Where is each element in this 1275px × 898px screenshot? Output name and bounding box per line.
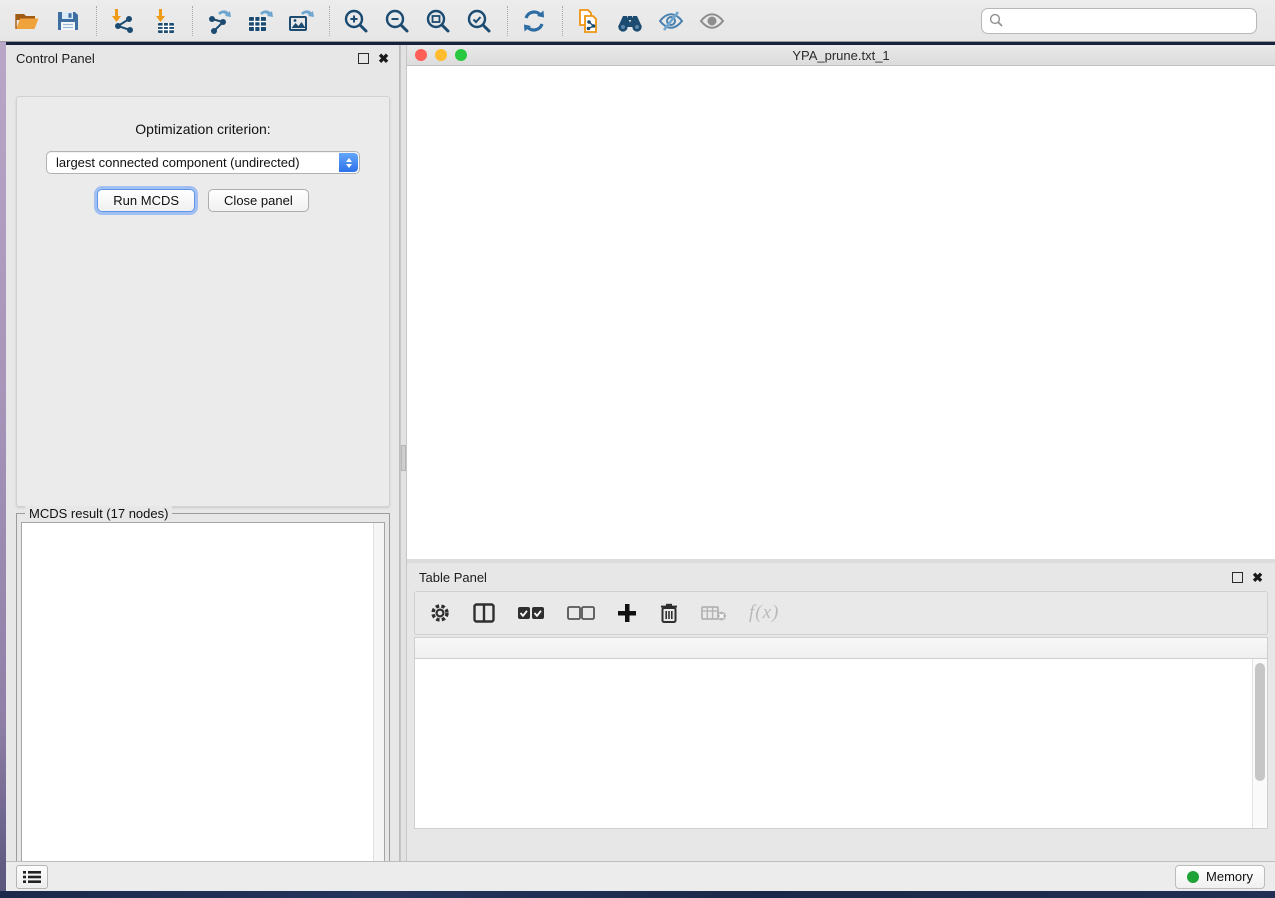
close-panel-icon[interactable]: ✖ bbox=[378, 53, 389, 64]
float-table-panel-icon[interactable] bbox=[1232, 572, 1243, 583]
clone-network-icon[interactable] bbox=[572, 4, 606, 38]
memory-button[interactable]: Memory bbox=[1175, 865, 1265, 889]
zoom-in-icon[interactable] bbox=[339, 4, 373, 38]
search-input[interactable] bbox=[981, 8, 1257, 34]
splitter-grip[interactable] bbox=[401, 445, 406, 471]
export-table-icon[interactable] bbox=[243, 4, 277, 38]
search-icon bbox=[989, 13, 1004, 33]
mcds-result-group: MCDS result (17 nodes) bbox=[16, 513, 390, 883]
control-panel: Control Panel ✖ Optimization criterion: … bbox=[6, 45, 400, 861]
zoom-fit-icon[interactable] bbox=[421, 4, 455, 38]
toolbar-separator bbox=[507, 6, 508, 36]
run-mcds-button[interactable]: Run MCDS bbox=[97, 189, 195, 212]
control-panel-title: Control Panel bbox=[16, 51, 358, 66]
app-window: Control Panel ✖ Optimization criterion: … bbox=[0, 0, 1275, 898]
zoom-selected-icon[interactable] bbox=[462, 4, 496, 38]
mcds-tab-content: Optimization criterion: largest connecte… bbox=[16, 96, 390, 507]
task-list-icon bbox=[23, 870, 41, 884]
status-bar: Memory bbox=[6, 861, 1275, 891]
import-table-icon[interactable] bbox=[147, 4, 181, 38]
toolbar-search bbox=[981, 8, 1257, 34]
table-panel-header: Table Panel ✖ bbox=[407, 565, 1275, 589]
import-network-icon[interactable] bbox=[106, 4, 140, 38]
network-window-title: YPA_prune.txt_1 bbox=[407, 48, 1275, 63]
memory-status-dot-icon bbox=[1187, 871, 1199, 883]
export-network-icon[interactable] bbox=[202, 4, 236, 38]
save-session-icon[interactable] bbox=[51, 4, 85, 38]
mcds-result-title: MCDS result (17 nodes) bbox=[25, 506, 172, 521]
toolbar-separator bbox=[329, 6, 330, 36]
zoom-out-icon[interactable] bbox=[380, 4, 414, 38]
task-history-button[interactable] bbox=[16, 865, 48, 889]
toolbar-separator bbox=[192, 6, 193, 36]
show-all-eye-icon[interactable] bbox=[695, 4, 729, 38]
network-view-window: YPA_prune.txt_1 bbox=[407, 45, 1275, 559]
table-panel-title: Table Panel bbox=[419, 570, 1232, 585]
vertical-splitter[interactable] bbox=[400, 45, 407, 861]
desktop-background-bottom bbox=[0, 891, 1275, 898]
table-panel: Table Panel ✖ bbox=[407, 563, 1275, 861]
memory-button-label: Memory bbox=[1206, 869, 1253, 884]
toolbar-separator bbox=[562, 6, 563, 36]
export-image-icon[interactable] bbox=[284, 4, 318, 38]
mcds-result-list[interactable] bbox=[21, 522, 385, 878]
hide-selected-eye-icon[interactable] bbox=[654, 4, 688, 38]
select-stepper-icon bbox=[339, 153, 358, 172]
float-panel-icon[interactable] bbox=[358, 53, 369, 64]
result-list-scrollbar[interactable] bbox=[373, 523, 384, 877]
search-network-icon[interactable] bbox=[613, 4, 647, 38]
control-panel-header: Control Panel ✖ bbox=[6, 45, 399, 71]
close-panel-button[interactable]: Close panel bbox=[208, 189, 309, 212]
network-canvas[interactable] bbox=[407, 66, 1275, 559]
close-table-panel-icon[interactable]: ✖ bbox=[1252, 572, 1263, 583]
main-toolbar bbox=[0, 0, 1275, 42]
optimization-criterion-label: Optimization criterion: bbox=[17, 121, 389, 137]
table-panel-tabs bbox=[407, 592, 1275, 856]
toolbar-separator bbox=[96, 6, 97, 36]
criterion-select[interactable]: largest connected component (undirected) bbox=[46, 151, 360, 174]
apply-layout-icon[interactable] bbox=[517, 4, 551, 38]
network-window-titlebar: YPA_prune.txt_1 bbox=[407, 45, 1275, 66]
open-file-icon[interactable] bbox=[10, 4, 44, 38]
criterion-selected-value: largest connected component (undirected) bbox=[56, 155, 300, 170]
